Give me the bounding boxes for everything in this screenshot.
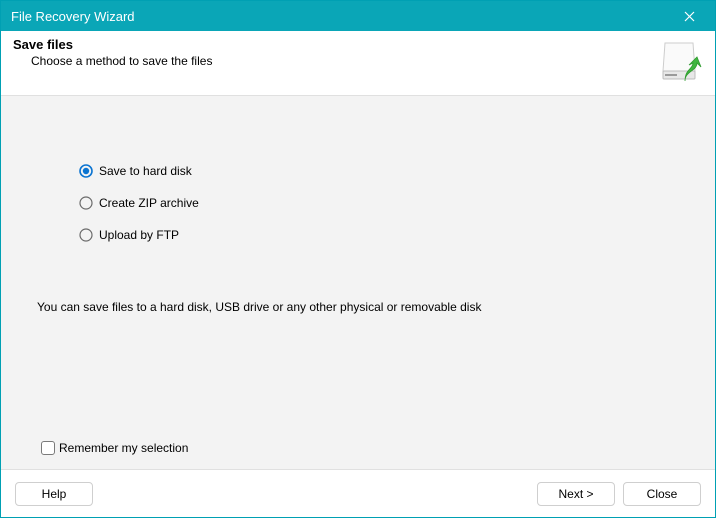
client-area: Save files Choose a method to save the f…	[1, 31, 715, 517]
titlebar: File Recovery Wizard	[1, 1, 715, 31]
close-button[interactable]	[669, 1, 709, 31]
wizard-body: Save to hard disk Create ZIP archive	[1, 96, 715, 469]
button-label: Help	[42, 487, 67, 501]
wizard-header: Save files Choose a method to save the f…	[1, 31, 715, 95]
next-button[interactable]: Next >	[537, 482, 615, 506]
close-button-footer[interactable]: Close	[623, 482, 701, 506]
wizard-footer: Help Next > Close	[1, 469, 715, 517]
hdd-restore-icon	[655, 37, 703, 85]
window-title: File Recovery Wizard	[11, 9, 669, 24]
method-description: You can save files to a hard disk, USB d…	[37, 300, 715, 314]
page-title: Save files	[13, 37, 647, 52]
radio-label: Save to hard disk	[99, 164, 192, 178]
radio-save-hard-disk[interactable]: Save to hard disk	[79, 164, 715, 178]
button-label: Next >	[558, 487, 593, 501]
remember-selection-checkbox[interactable]: Remember my selection	[41, 441, 188, 455]
radio-create-zip[interactable]: Create ZIP archive	[79, 196, 715, 210]
help-button[interactable]: Help	[15, 482, 93, 506]
radio-label: Create ZIP archive	[99, 196, 199, 210]
button-label: Close	[647, 487, 678, 501]
checkbox-label: Remember my selection	[59, 441, 188, 455]
page-subtitle: Choose a method to save the files	[31, 54, 647, 68]
radio-unselected-icon	[79, 228, 93, 242]
close-icon	[684, 11, 695, 22]
radio-selected-icon	[79, 164, 93, 178]
body-inner: Save to hard disk Create ZIP archive	[1, 96, 715, 469]
radio-unselected-icon	[79, 196, 93, 210]
radio-label: Upload by FTP	[99, 228, 179, 242]
save-method-group: Save to hard disk Create ZIP archive	[79, 164, 715, 242]
header-text: Save files Choose a method to save the f…	[13, 37, 647, 68]
checkbox-unchecked-icon	[41, 441, 55, 455]
wizard-window: File Recovery Wizard Save files Choose a…	[0, 0, 716, 518]
radio-upload-ftp[interactable]: Upload by FTP	[79, 228, 715, 242]
